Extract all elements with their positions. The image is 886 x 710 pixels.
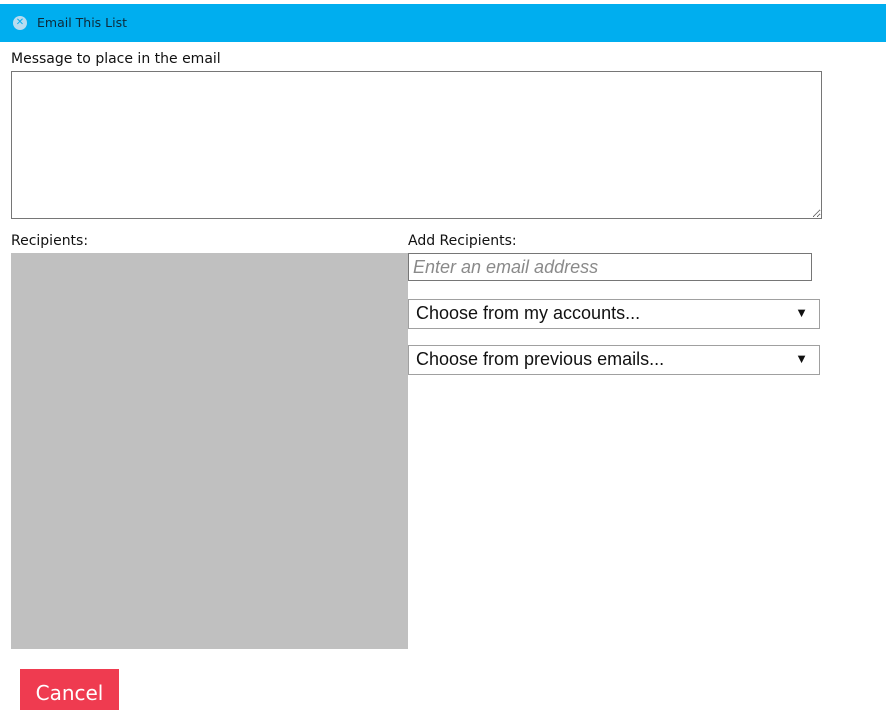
accounts-select-value: Choose from my accounts... (416, 303, 641, 323)
close-icon[interactable]: ✕ (13, 16, 27, 30)
dropdown-arrow-icon: ▼ (795, 351, 808, 366)
previous-emails-select-value: Choose from previous emails... (416, 349, 665, 369)
message-textarea[interactable] (11, 71, 822, 219)
email-address-input[interactable] (408, 253, 812, 281)
dialog-titlebar: ✕ Email This List (0, 4, 886, 42)
cancel-button[interactable]: Cancel (20, 669, 119, 710)
message-label: Message to place in the email (11, 51, 221, 67)
previous-emails-select[interactable]: Choose from previous emails... ▼ (408, 345, 820, 375)
add-recipients-label: Add Recipients: (408, 233, 517, 249)
dialog-title: Email This List (37, 15, 128, 30)
dropdown-arrow-icon: ▼ (795, 305, 808, 320)
recipients-label: Recipients: (11, 233, 89, 249)
recipients-list[interactable] (11, 253, 408, 649)
accounts-select[interactable]: Choose from my accounts... ▼ (408, 299, 820, 329)
